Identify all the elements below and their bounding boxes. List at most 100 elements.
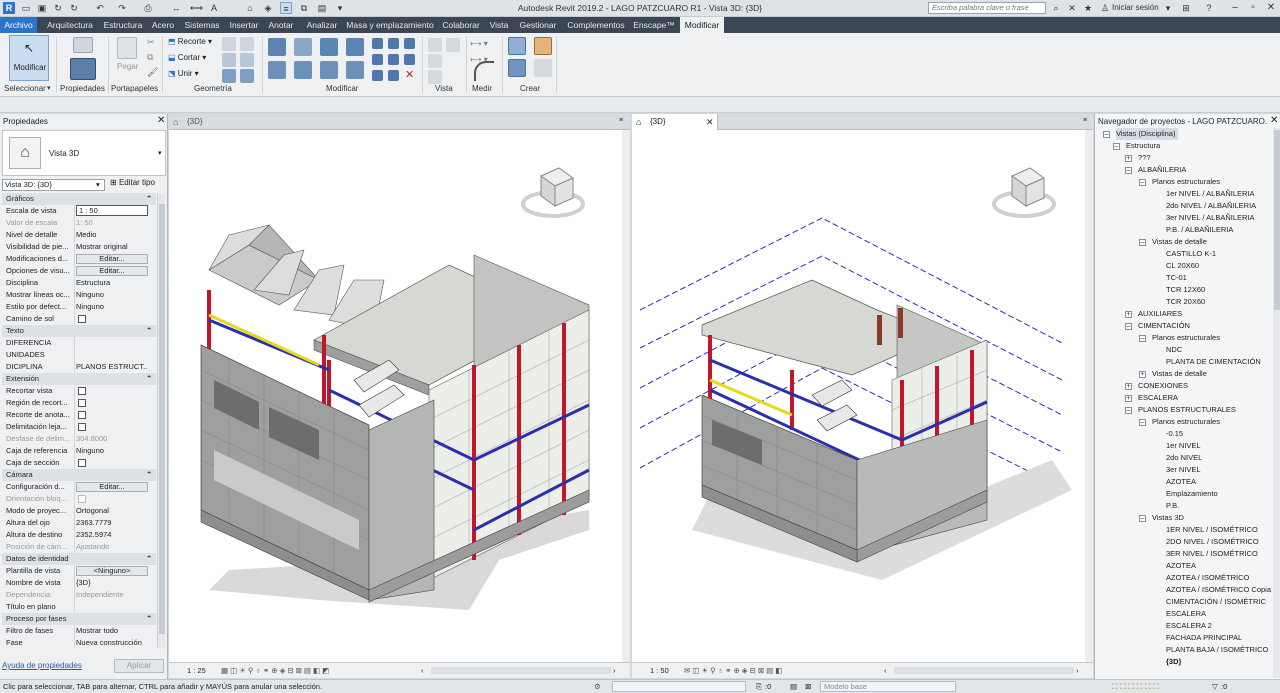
browser-item[interactable]: Vistas (Disciplina)	[1116, 128, 1179, 140]
view1-scroll-left-icon[interactable]: ‹	[421, 663, 424, 678]
view2-menu-icon[interactable]: ≡	[1083, 117, 1087, 124]
offset-icon[interactable]	[294, 38, 312, 56]
browser-item[interactable]: AUXILIARES	[1138, 308, 1182, 320]
editable-icon[interactable]: ⎘	[756, 680, 762, 693]
view-line-icon[interactable]	[428, 54, 442, 68]
expand-icon[interactable]: +	[1125, 395, 1132, 402]
collapse-icon[interactable]: –	[1125, 323, 1132, 330]
project-browser-close-icon[interactable]: ✕	[1270, 115, 1278, 126]
browser-item[interactable]: Vistas de detalle	[1152, 236, 1207, 248]
cope-button[interactable]: ⬒ Recorte ▾	[168, 37, 212, 46]
tab-anotar[interactable]: Anotar	[264, 17, 298, 33]
favorites-icon[interactable]: ★	[1082, 2, 1094, 14]
sign-in-link[interactable]: Iniciar sesión	[1112, 3, 1159, 12]
help-icon[interactable]: ?	[1203, 2, 1215, 14]
browser-item[interactable]: AZOTEA / ISOMÉTRICO	[1166, 572, 1249, 584]
browser-scroll-thumb[interactable]	[1274, 130, 1280, 310]
subscription-icon[interactable]: ✕	[1066, 2, 1078, 14]
property-section[interactable]: Extensión ⌃	[2, 373, 156, 385]
view-paint-icon[interactable]	[428, 70, 442, 84]
measure-tool-icon[interactable]: ⟷ ▾	[470, 39, 488, 48]
view1-controls-icons[interactable]: ▦◫☀⚲♁⚭⊕◈⊟⊠▤◧◩	[221, 663, 331, 678]
workset-dropdown[interactable]	[612, 681, 746, 692]
browser-item[interactable]: 1er NIVEL	[1166, 440, 1201, 452]
browser-item[interactable]: AZOTEA	[1166, 476, 1196, 488]
angle-measure-icon[interactable]	[474, 61, 494, 81]
geometry-tool-3-icon[interactable]	[222, 53, 236, 67]
copy-icon[interactable]: ⧉	[147, 52, 153, 63]
property-value[interactable]: 2352.5974	[76, 529, 148, 541]
browser-item[interactable]: Emplazamiento	[1166, 488, 1218, 500]
property-checkbox[interactable]	[78, 411, 86, 419]
panel-select-label[interactable]: Seleccionar	[4, 84, 46, 93]
browser-item[interactable]: 3er NIVEL	[1166, 464, 1201, 476]
browser-item[interactable]: 2DO NIVEL / ISOMÉTRICO	[1166, 536, 1259, 548]
browser-item[interactable]: Vistas 3D	[1152, 512, 1184, 524]
browser-item[interactable]: PLANTA BAJA / ISOMÉTRICO	[1166, 644, 1268, 656]
view2-scroll-right-icon[interactable]: ›	[1076, 663, 1079, 678]
apply-button[interactable]: Aplicar	[114, 659, 164, 673]
browser-item[interactable]: Planos estructurales	[1152, 176, 1220, 188]
browser-item[interactable]: ???	[1138, 152, 1151, 164]
browser-item[interactable]: 2do NIVEL / ALBAÑILERIA	[1166, 200, 1256, 212]
tab-masa[interactable]: Masa y emplazamiento	[344, 17, 436, 33]
property-value[interactable]: 2363.7779	[76, 517, 148, 529]
browser-item[interactable]: TCR 12X60	[1166, 284, 1205, 296]
tab-acero[interactable]: Acero	[148, 17, 178, 33]
browser-item[interactable]: NDC	[1166, 344, 1182, 356]
view1-hscrollbar[interactable]	[431, 667, 611, 674]
collapse-icon[interactable]: –	[1139, 239, 1146, 246]
workset-icon[interactable]: ⚙	[594, 680, 601, 693]
property-checkbox[interactable]	[78, 387, 86, 395]
property-edit-button[interactable]: Editar...	[76, 254, 148, 264]
trim-icon[interactable]	[346, 61, 364, 79]
browser-scrollbar[interactable]	[1273, 128, 1280, 678]
view2-view-cube[interactable]	[992, 162, 1056, 222]
collapse-section-icon[interactable]: ⌃	[146, 553, 152, 565]
property-checkbox[interactable]	[78, 315, 86, 323]
property-checkbox[interactable]	[78, 495, 86, 503]
browser-item[interactable]: Estructura	[1126, 140, 1160, 152]
property-section[interactable]: Texto ⌃	[2, 325, 156, 337]
view2-controls-icons[interactable]: ✉◫☀⚲♁⚭⊕◈⊟⊠▤◧	[684, 663, 784, 678]
geometry-tool-6-icon[interactable]	[240, 69, 254, 83]
browser-item[interactable]: 1ER NIVEL / ISOMÉTRICO	[1166, 524, 1258, 536]
browser-item[interactable]: P.B. / ALBAÑILERIA	[1166, 224, 1233, 236]
close-icon[interactable]: ✕	[1264, 1, 1278, 15]
property-checkbox[interactable]	[78, 459, 86, 467]
cut-icon[interactable]: ✂	[147, 37, 155, 48]
view1-canvas[interactable]	[169, 130, 630, 662]
property-value[interactable]: Estructura	[76, 277, 148, 289]
collapse-section-icon[interactable]: ⌃	[146, 469, 152, 481]
mirror-axis-icon[interactable]	[320, 38, 338, 56]
browser-item[interactable]: ESCALERA	[1166, 608, 1206, 620]
property-value[interactable]: {3D}	[76, 577, 148, 589]
geometry-tool-2-icon[interactable]	[240, 37, 254, 51]
property-value[interactable]: Ninguno	[76, 301, 148, 313]
create-parts-icon[interactable]	[534, 37, 552, 55]
view2-tab-close-icon[interactable]: ✕	[706, 114, 714, 130]
expand-icon[interactable]: +	[1125, 383, 1132, 390]
collapse-icon[interactable]: –	[1125, 167, 1132, 174]
property-value[interactable]: Ninguno	[76, 289, 148, 301]
property-value[interactable]: Mostrar todo	[76, 625, 148, 637]
tab-sistemas[interactable]: Sistemas	[182, 17, 222, 33]
property-value[interactable]: Ninguno	[76, 445, 148, 457]
design-options-icon[interactable]: ▤	[790, 680, 797, 693]
browser-item[interactable]: CONEXIONES	[1138, 380, 1188, 392]
view2-vscrollbar[interactable]	[1085, 130, 1093, 662]
view1-vscrollbar[interactable]	[622, 130, 630, 662]
collapse-icon[interactable]: –	[1139, 419, 1146, 426]
browser-item[interactable]: -0.15	[1166, 428, 1183, 440]
browser-item[interactable]: CASTILLO K-1	[1166, 248, 1216, 260]
tab-arquitectura[interactable]: Arquitectura	[42, 17, 98, 33]
collapse-icon[interactable]: –	[1139, 515, 1146, 522]
browser-item[interactable]: Vistas de detalle	[1152, 368, 1207, 380]
filter-icon[interactable]: ▽	[1212, 680, 1218, 693]
match-properties-icon[interactable]: 🖌	[147, 67, 158, 78]
tab-colaborar[interactable]: Colaborar	[440, 17, 482, 33]
unpin-icon[interactable]	[404, 38, 415, 49]
signin-dropdown-icon[interactable]: ▾	[1162, 2, 1174, 14]
paste-icon[interactable]	[117, 37, 137, 59]
properties-icon[interactable]	[70, 58, 96, 80]
